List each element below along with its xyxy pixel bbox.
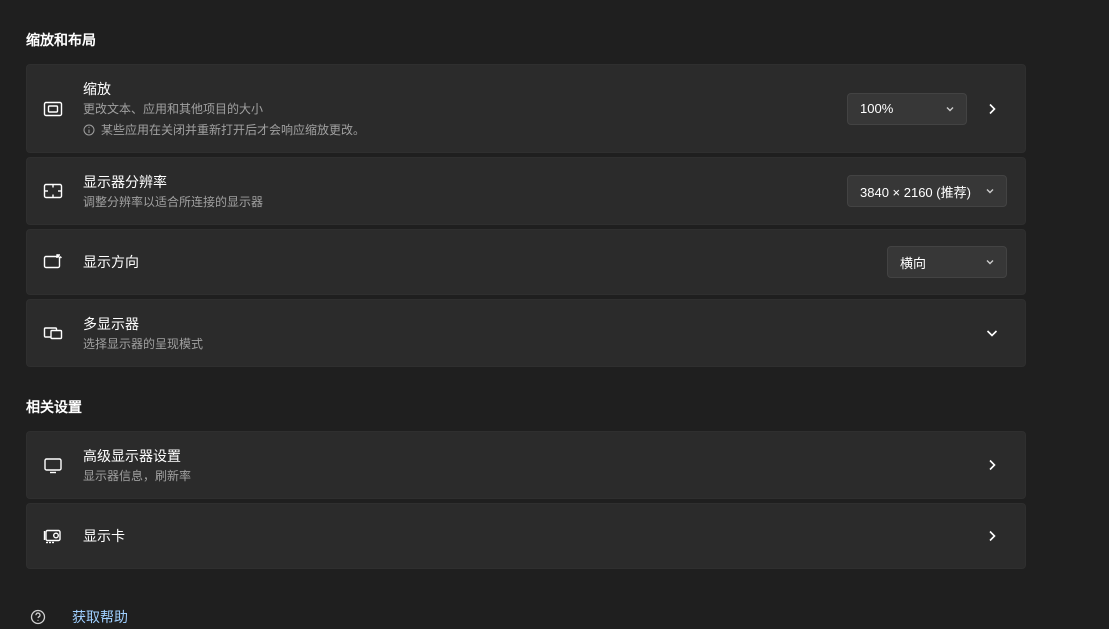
resolution-title: 显示器分辨率 [83, 172, 847, 192]
scale-warn: 某些应用在关闭并重新打开后才会响应缩放更改。 [83, 121, 847, 138]
resolution-desc: 调整分辨率以适合所连接的显示器 [83, 194, 847, 210]
orientation-dropdown[interactable]: 横向 [887, 246, 1007, 278]
advanced-title: 高级显示器设置 [83, 446, 967, 466]
orientation-dropdown-value: 横向 [900, 253, 926, 272]
scale-title: 缩放 [83, 79, 847, 99]
advanced-icon [43, 455, 73, 475]
orientation-icon [43, 252, 73, 272]
multidisplay-expand[interactable] [977, 326, 1007, 340]
orientation-title: 显示方向 [83, 252, 887, 272]
section-scale-layout: 缩放和布局 [26, 30, 1109, 50]
advanced-detail-arrow[interactable] [977, 458, 1007, 472]
advanced-row[interactable]: 高级显示器设置 显示器信息，刷新率 [26, 431, 1026, 499]
scale-detail-arrow[interactable] [977, 102, 1007, 116]
scale-desc: 更改文本、应用和其他项目的大小 [83, 101, 847, 117]
resolution-dropdown-value: 3840 × 2160 (推荐) [860, 182, 971, 201]
multidisplay-desc: 选择显示器的呈现模式 [83, 336, 977, 352]
chevron-down-icon [944, 103, 956, 115]
graphics-row[interactable]: 显示卡 [26, 503, 1026, 569]
resolution-icon [43, 181, 73, 201]
multidisplay-row[interactable]: 多显示器 选择显示器的呈现模式 [26, 299, 1026, 367]
chevron-down-icon [984, 256, 996, 268]
resolution-dropdown[interactable]: 3840 × 2160 (推荐) [847, 175, 1007, 207]
graphics-detail-arrow[interactable] [977, 529, 1007, 543]
scale-dropdown-value: 100% [860, 101, 893, 116]
resolution-row[interactable]: 显示器分辨率 调整分辨率以适合所连接的显示器 3840 × 2160 (推荐) [26, 157, 1026, 225]
info-icon [83, 124, 95, 136]
chevron-down-icon [984, 185, 996, 197]
advanced-desc: 显示器信息，刷新率 [83, 468, 967, 484]
multidisplay-title: 多显示器 [83, 314, 977, 334]
help-link[interactable]: 获取帮助 [26, 607, 1109, 627]
orientation-row[interactable]: 显示方向 横向 [26, 229, 1026, 295]
help-label: 获取帮助 [72, 607, 128, 627]
scale-row[interactable]: 缩放 更改文本、应用和其他项目的大小 某些应用在关闭并重新打开后才会响应缩放更改… [26, 64, 1026, 153]
help-icon [30, 609, 46, 625]
scale-dropdown[interactable]: 100% [847, 93, 967, 125]
graphics-title: 显示卡 [83, 526, 967, 546]
graphics-icon [43, 526, 73, 546]
section-related: 相关设置 [26, 397, 1109, 417]
multidisplay-icon [43, 323, 73, 343]
scale-icon [43, 99, 73, 119]
